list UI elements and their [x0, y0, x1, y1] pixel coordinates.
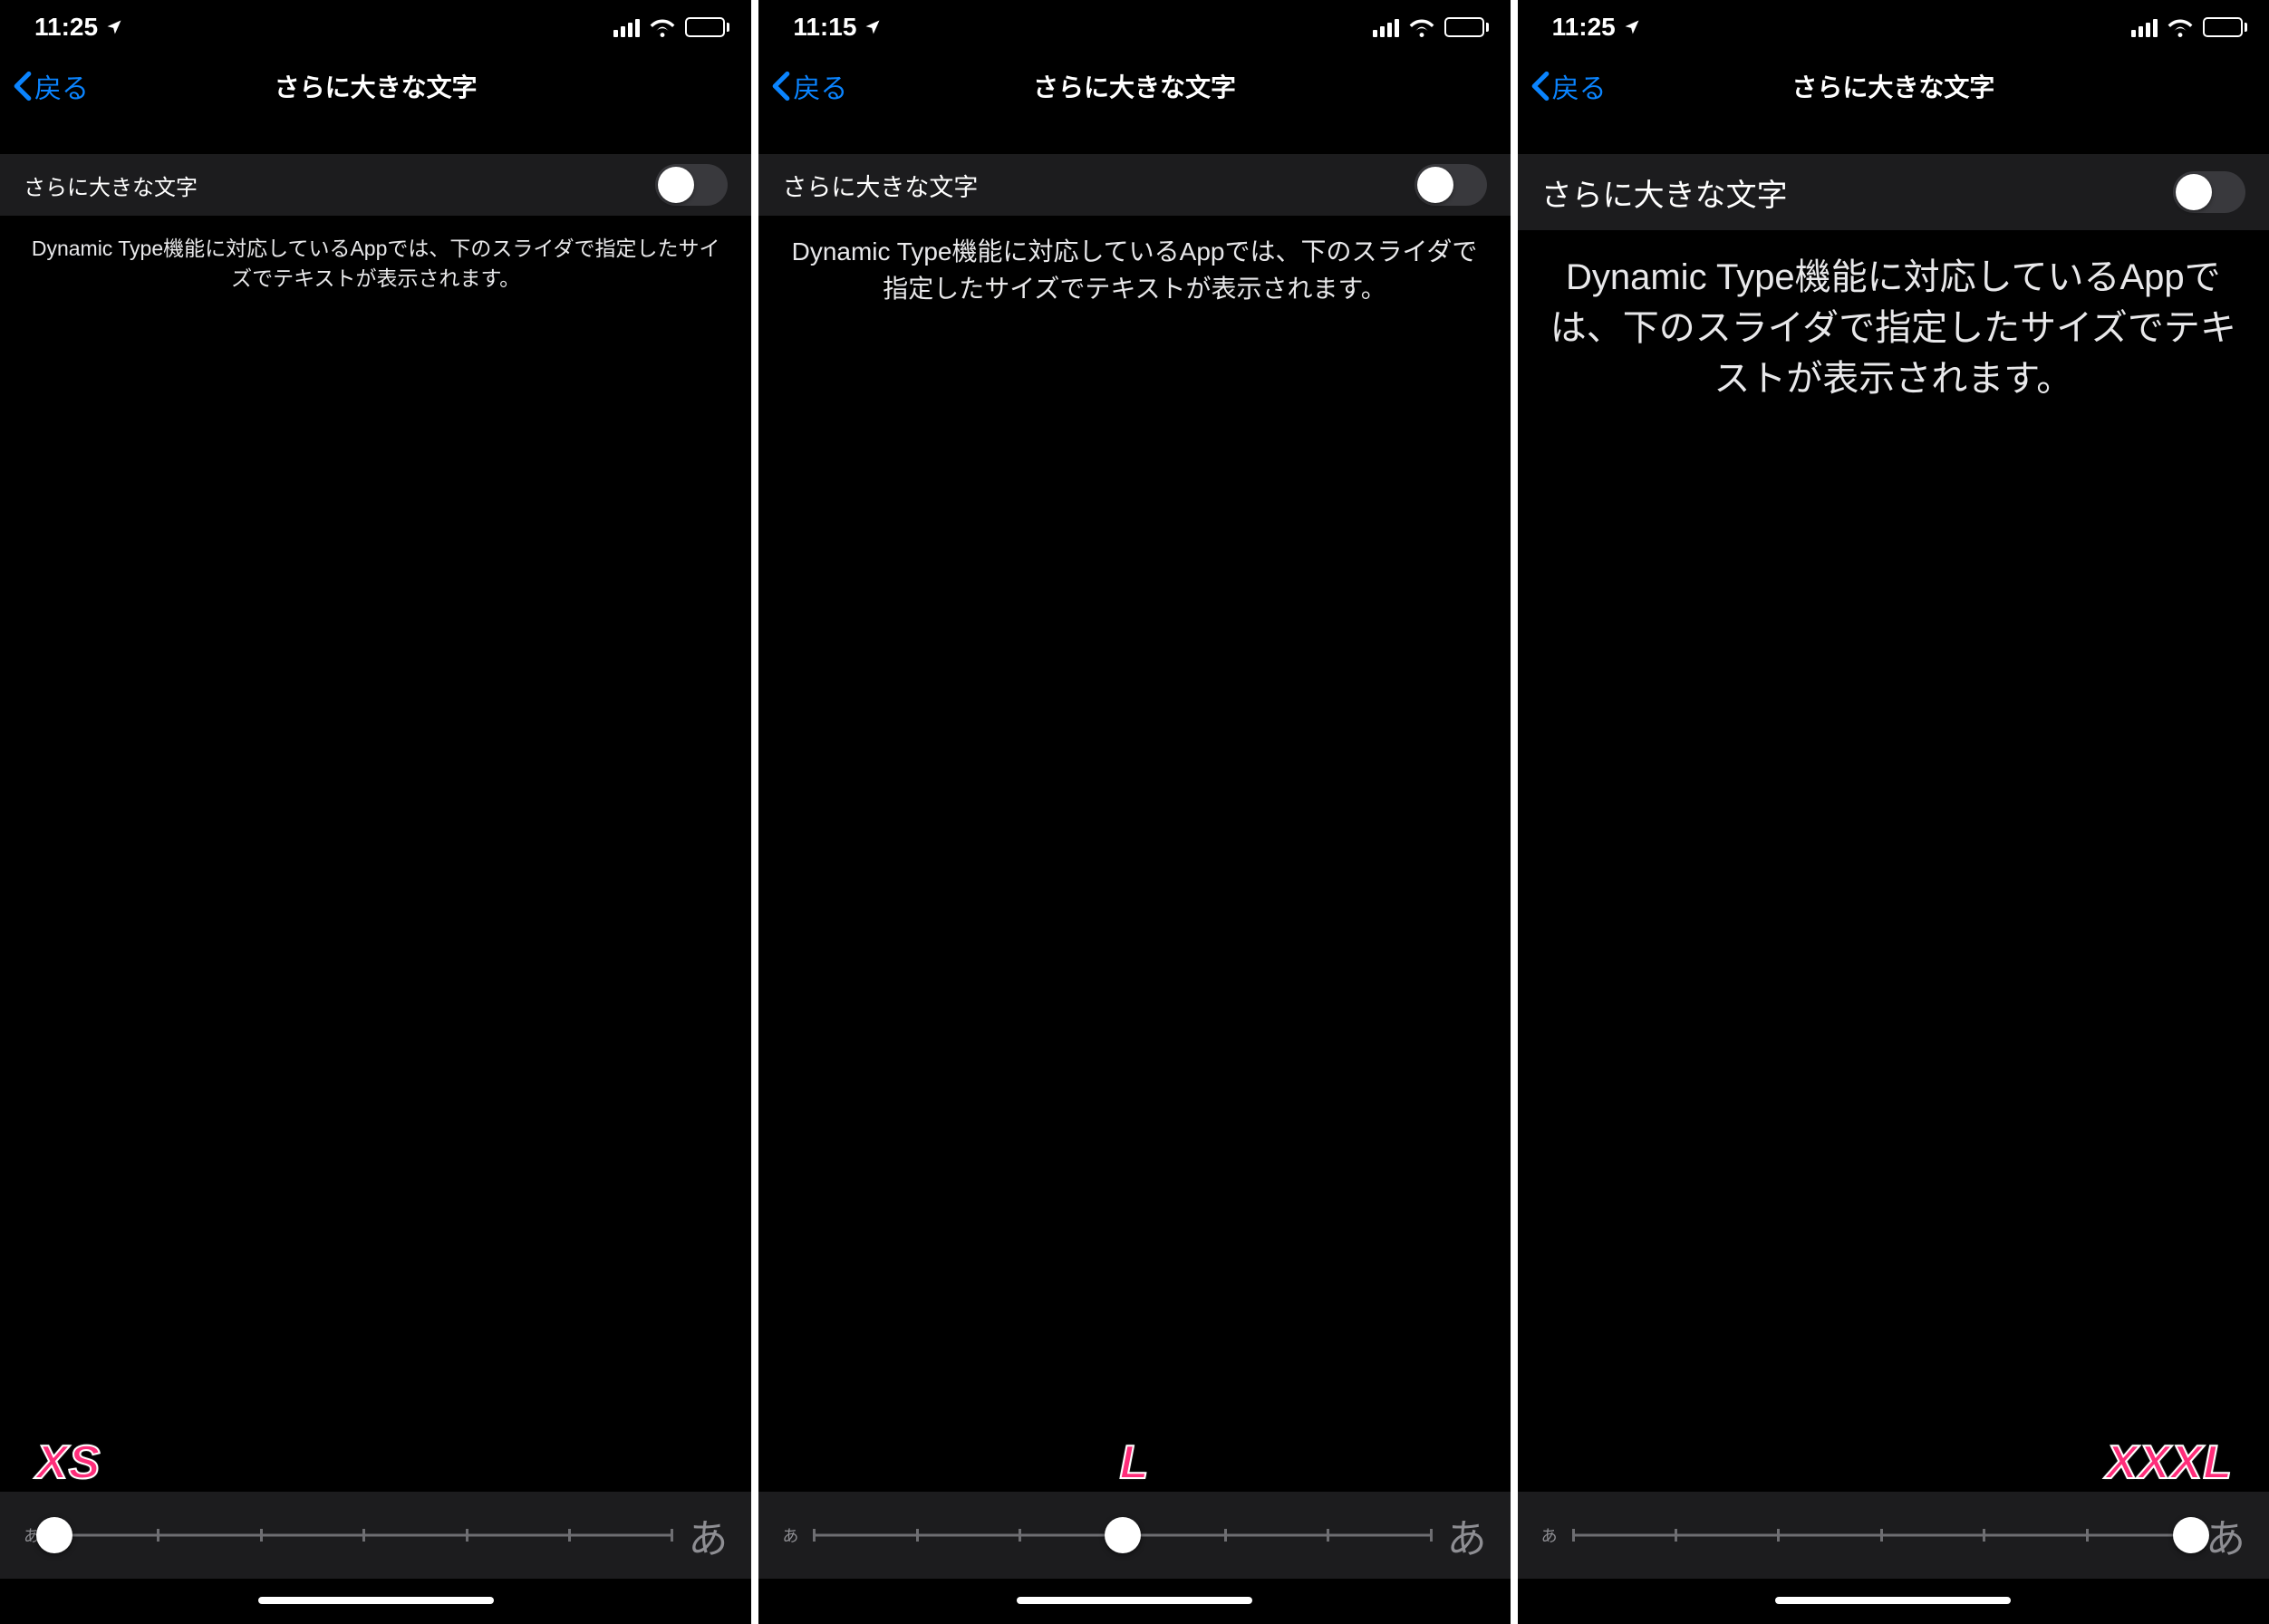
slider-min-glyph: あ	[1541, 1523, 1558, 1547]
slider-max-glyph: あ	[1447, 1506, 1487, 1564]
size-badge: L	[1120, 1436, 1150, 1490]
text-size-slider-bar: あ あ	[758, 1492, 1510, 1579]
slider-max-glyph: あ	[2206, 1506, 2245, 1564]
battery-icon	[2203, 17, 2247, 37]
screen-xs: 11:25 戻る さらに大きな文字	[0, 0, 751, 1624]
location-icon	[864, 18, 882, 36]
description-text: Dynamic Type機能に対応しているAppでは、下のスライダで指定したサイ…	[758, 216, 1510, 307]
status-time: 11:25	[1552, 13, 1616, 42]
back-button[interactable]: 戻る	[1530, 66, 1607, 106]
text-size-slider[interactable]	[1572, 1517, 2191, 1553]
nav-bar: 戻る さらに大きな文字	[758, 54, 1510, 118]
home-indicator[interactable]	[1775, 1597, 2011, 1604]
home-indicator[interactable]	[1017, 1597, 1252, 1604]
toggle-label: さらに大きな文字	[24, 169, 198, 201]
cellular-icon	[613, 17, 640, 37]
battery-icon	[1444, 17, 1489, 37]
text-size-slider-bar: あ あ	[0, 1492, 751, 1579]
toggle-switch[interactable]	[655, 164, 728, 206]
home-indicator[interactable]	[258, 1597, 494, 1604]
location-icon	[105, 18, 123, 36]
wifi-icon	[1408, 17, 1435, 37]
larger-text-toggle-row[interactable]: さらに大きな文字	[0, 154, 751, 216]
status-time: 11:15	[793, 13, 856, 42]
page-title: さらに大きな文字	[1033, 68, 1236, 104]
back-label: 戻る	[793, 66, 847, 106]
slider-max-glyph: あ	[688, 1506, 728, 1564]
description-text: Dynamic Type機能に対応しているAppでは、下のスライダで指定したサイ…	[0, 216, 751, 295]
size-badge: XS	[36, 1436, 101, 1490]
text-size-slider[interactable]	[54, 1517, 673, 1553]
page-title: さらに大きな文字	[1791, 68, 1994, 104]
back-label: 戻る	[1552, 66, 1607, 106]
status-bar: 11:25	[1518, 0, 2269, 54]
cellular-icon	[2131, 17, 2158, 37]
location-icon	[1623, 18, 1641, 36]
size-badge: XXXL	[2106, 1436, 2233, 1490]
status-bar: 11:15	[758, 0, 1510, 54]
toggle-label: さらに大きな文字	[1541, 170, 1788, 215]
cellular-icon	[1373, 17, 1399, 37]
toggle-switch[interactable]	[2173, 171, 2245, 213]
home-indicator-area	[758, 1579, 1510, 1624]
wifi-icon	[2167, 17, 2194, 37]
slider-min-glyph: あ	[782, 1523, 798, 1547]
back-label: 戻る	[34, 66, 89, 106]
toggle-switch[interactable]	[1415, 164, 1487, 206]
text-size-slider[interactable]	[813, 1517, 1432, 1553]
wifi-icon	[649, 17, 676, 37]
screen-xxxl: 11:25 戻る さらに大きな文字	[1518, 0, 2269, 1624]
home-indicator-area	[0, 1579, 751, 1624]
status-time: 11:25	[34, 13, 98, 42]
larger-text-toggle-row[interactable]: さらに大きな文字	[758, 154, 1510, 216]
description-text: Dynamic Type機能に対応しているAppでは、下のスライダで指定したサイ…	[1518, 230, 2269, 404]
back-button[interactable]: 戻る	[13, 66, 89, 106]
larger-text-toggle-row[interactable]: さらに大きな文字	[1518, 154, 2269, 230]
nav-bar: 戻る さらに大きな文字	[1518, 54, 2269, 118]
home-indicator-area	[1518, 1579, 2269, 1624]
text-size-slider-bar: あ あ	[1518, 1492, 2269, 1579]
page-title: さらに大きな文字	[275, 68, 478, 104]
back-button[interactable]: 戻る	[771, 66, 847, 106]
nav-bar: 戻る さらに大きな文字	[0, 54, 751, 118]
screen-l: 11:15 戻る さらに大きな文字	[758, 0, 1510, 1624]
battery-icon	[685, 17, 729, 37]
status-bar: 11:25	[0, 0, 751, 54]
toggle-label: さらに大きな文字	[782, 168, 978, 203]
